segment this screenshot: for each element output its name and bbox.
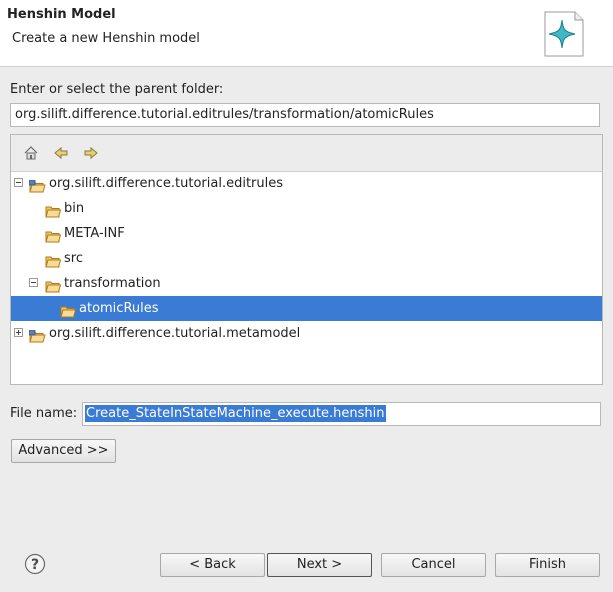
forward-arrow-icon[interactable] <box>81 143 101 163</box>
folder-icon <box>60 302 77 318</box>
svg-text:?: ? <box>31 557 39 573</box>
cancel-button[interactable]: Cancel <box>381 553 486 577</box>
finish-button[interactable]: Finish <box>495 553 600 577</box>
page-subtitle: Create a new Henshin model <box>12 31 200 46</box>
folder-icon <box>45 277 62 293</box>
tree-item-metamodel[interactable]: org.silift.difference.tutorial.metamodel <box>11 321 602 346</box>
file-name-value: Create_StateInStateMachine_execute.hensh… <box>85 405 386 422</box>
tree-item-editrules[interactable]: org.silift.difference.tutorial.editrules <box>11 171 602 196</box>
tree-toolbar <box>11 135 602 172</box>
help-icon[interactable]: ? <box>24 553 46 575</box>
project-folder-icon <box>28 327 46 343</box>
tree-item-bin[interactable]: bin <box>11 196 602 221</box>
tree-item-label: org.silift.difference.tutorial.editrules <box>49 176 284 191</box>
tree-item-label: src <box>64 251 83 266</box>
wizard-header: Henshin Model Create a new Henshin model <box>0 0 613 67</box>
tree-item-label: atomicRules <box>79 301 159 316</box>
tree-item-label: bin <box>64 201 85 216</box>
parent-folder-input[interactable]: org.silift.difference.tutorial.editrules… <box>10 103 600 127</box>
expand-icon[interactable] <box>14 328 23 337</box>
tree-item-atomicrules[interactable]: atomicRules <box>11 296 602 321</box>
project-folder-icon <box>28 177 46 193</box>
back-button[interactable]: < Back <box>160 553 265 577</box>
file-name-label: File name: <box>10 406 78 421</box>
collapse-icon[interactable] <box>29 278 38 287</box>
wizard-banner-icon <box>541 10 587 58</box>
collapse-icon[interactable] <box>14 178 23 187</box>
file-name-input[interactable]: Create_StateInStateMachine_execute.hensh… <box>82 402 601 426</box>
tree-item-src[interactable]: src <box>11 246 602 271</box>
folder-icon <box>45 202 62 218</box>
tree-item-label: transformation <box>64 276 161 291</box>
page-title: Henshin Model <box>7 7 116 22</box>
folder-icon <box>45 227 62 243</box>
folder-tree[interactable]: org.silift.difference.tutorial.editrules… <box>10 134 603 385</box>
tree-item-transformation[interactable]: transformation <box>11 271 602 296</box>
folder-icon <box>45 252 62 268</box>
home-icon[interactable] <box>21 143 41 163</box>
tree-item-label: META-INF <box>64 226 125 241</box>
tree-item-label: org.silift.difference.tutorial.metamodel <box>49 326 301 341</box>
back-arrow-icon[interactable] <box>51 143 71 163</box>
tree-item-meta-inf[interactable]: META-INF <box>11 221 602 246</box>
parent-folder-label: Enter or select the parent folder: <box>10 82 224 97</box>
next-button[interactable]: Next > <box>267 553 372 577</box>
advanced-button[interactable]: Advanced >> <box>11 439 116 463</box>
